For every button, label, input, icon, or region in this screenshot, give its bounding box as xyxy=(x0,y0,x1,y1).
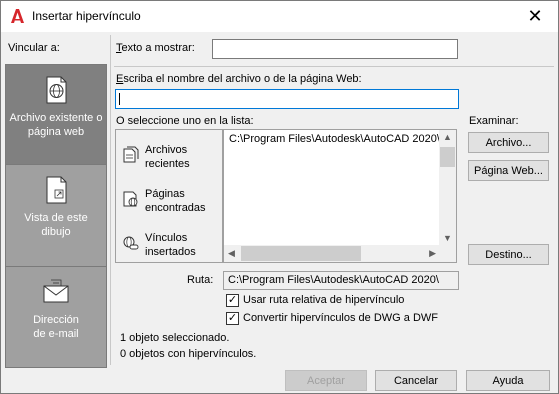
list-item[interactable]: C:\Program Files\Autodesk\AutoCAD 2020\ xyxy=(229,133,440,145)
target-button-label: Destino... xyxy=(485,248,532,261)
inserted-links-icon xyxy=(123,236,139,250)
cancel-button-label: Cancelar xyxy=(393,374,439,387)
scrollbar-thumb[interactable] xyxy=(440,147,455,167)
text-to-display-label: Texto a mostrar: xyxy=(116,42,195,54)
help-button[interactable]: Ayuda xyxy=(466,370,550,391)
select-from-list-label: O seleccione uno en la lista: xyxy=(116,115,254,127)
list-item-line2: recientes xyxy=(145,158,190,170)
drawing-view-icon xyxy=(46,176,67,204)
globe-document-icon xyxy=(46,76,67,104)
filename-prompt-label-rest: scriba el nombre del archivo o de la pág… xyxy=(123,73,362,85)
title-bar[interactable]: Insertar hipervínculo ✕ xyxy=(1,1,558,32)
file-list[interactable]: C:\Program Files\Autodesk\AutoCAD 2020\ … xyxy=(223,129,457,263)
vertical-scrollbar[interactable]: ▲ ▼ xyxy=(439,130,456,245)
filename-prompt-label: Escriba el nombre del archivo o de la pá… xyxy=(116,73,362,85)
link-type-existing-file[interactable]: Archivo existente o página web xyxy=(6,65,106,164)
scroll-right-icon[interactable]: ▶ xyxy=(429,248,436,259)
selected-objects-status: 1 objeto seleccionado. xyxy=(120,332,230,344)
scrollbar-thumb[interactable] xyxy=(241,246,361,261)
filename-input[interactable] xyxy=(115,89,459,109)
browse-label: Examinar: xyxy=(469,115,519,127)
link-to-label: Vincular a: xyxy=(8,42,60,54)
list-source-recent-files[interactable]: Archivos recientes xyxy=(122,143,190,171)
scroll-down-icon[interactable]: ▼ xyxy=(443,233,452,243)
list-item-line1: Vínculos xyxy=(145,232,188,244)
list-item-line1: Archivos xyxy=(145,144,188,156)
link-type-label-line1: Archivo existente o xyxy=(9,112,103,124)
list-source-inserted-links[interactable]: Vínculos insertados xyxy=(122,231,196,259)
horizontal-scrollbar[interactable]: ◀ ▶ xyxy=(224,245,456,262)
section-separator xyxy=(114,66,554,67)
objects-with-links-status: 0 objetos con hipervínculos. xyxy=(120,348,257,360)
scroll-up-icon[interactable]: ▲ xyxy=(443,132,452,142)
link-type-label-line2: dibujo xyxy=(41,226,71,238)
convert-dwg-to-dwf-checkbox[interactable]: ✓ xyxy=(226,312,239,325)
checkmark-icon: ✓ xyxy=(227,312,238,324)
close-icon: ✕ xyxy=(527,6,543,26)
browse-web-page-button-label: Página Web... xyxy=(474,164,543,177)
cancel-button[interactable]: Cancelar xyxy=(375,370,457,391)
browsed-pages-icon xyxy=(123,191,138,207)
dialog-title: Insertar hipervínculo xyxy=(32,9,141,23)
envelope-icon xyxy=(43,279,69,303)
link-type-label-line2: de e-mail xyxy=(33,328,79,340)
help-button-label: Ayuda xyxy=(492,374,524,387)
target-button[interactable]: Destino... xyxy=(468,244,549,265)
link-type-label-line2: página web xyxy=(27,126,85,138)
path-display: C:\Program Files\Autodesk\AutoCAD 2020\ xyxy=(223,271,459,290)
text-caret xyxy=(119,93,120,105)
list-item-line2: encontradas xyxy=(145,202,206,214)
browse-file-button[interactable]: Archivo... xyxy=(468,132,549,153)
link-type-email-address[interactable]: Dirección de e-mail xyxy=(6,267,106,367)
ok-button-label: Aceptar xyxy=(307,374,345,387)
text-to-display-label-rest: exto a mostrar: xyxy=(121,42,195,54)
use-relative-path-checkbox[interactable]: ✓ xyxy=(226,294,239,307)
list-item-line1: Páginas xyxy=(145,188,185,200)
browse-file-button-label: Archivo... xyxy=(485,136,532,149)
close-button[interactable]: ✕ xyxy=(512,1,558,32)
ok-button[interactable]: Aceptar xyxy=(285,370,367,391)
link-type-drawing-view[interactable]: Vista de este dibujo xyxy=(6,165,106,266)
browse-web-page-button[interactable]: Página Web... xyxy=(468,160,549,181)
path-label: Ruta: xyxy=(187,274,214,286)
scroll-left-icon[interactable]: ◀ xyxy=(228,248,235,259)
text-to-display-input[interactable] xyxy=(212,39,458,59)
use-relative-path-label[interactable]: Usar ruta relativa de hipervínculo xyxy=(243,294,404,306)
list-source-browsed-pages[interactable]: Páginas encontradas xyxy=(122,187,206,215)
list-item-line2: insertados xyxy=(145,246,196,258)
link-type-label-line1: Vista de este xyxy=(24,212,88,224)
panel-separator xyxy=(110,35,111,365)
checkmark-icon: ✓ xyxy=(227,294,238,306)
link-type-label-line1: Dirección xyxy=(33,314,79,326)
autocad-logo-icon xyxy=(11,9,24,23)
insert-hyperlink-dialog: Insertar hipervínculo ✕ Vincular a: Arch… xyxy=(0,0,559,394)
link-type-panel: Archivo existente o página web Vista de … xyxy=(5,64,107,368)
convert-dwg-to-dwf-label[interactable]: Convertir hipervínculos de DWG a DWF xyxy=(243,312,438,324)
recent-files-icon xyxy=(123,146,139,163)
list-source-panel: Archivos recientes Páginas encontradas V… xyxy=(115,129,223,263)
